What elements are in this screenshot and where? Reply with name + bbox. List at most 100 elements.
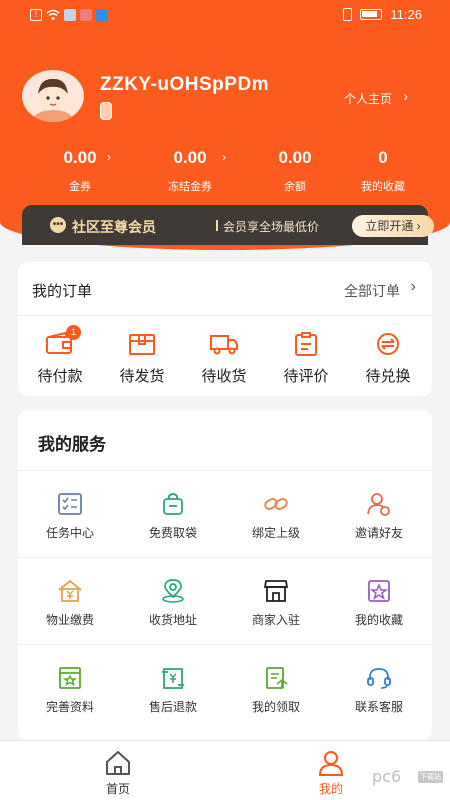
- watermark: pc6: [372, 767, 402, 786]
- service-complete-profile[interactable]: 完善资料: [20, 666, 120, 715]
- chevron-right-icon: ›: [222, 150, 226, 164]
- bag-icon: [160, 492, 186, 516]
- chevron-right-icon[interactable]: ›: [403, 88, 408, 104]
- tab-mine[interactable]: 我的: [301, 749, 361, 797]
- services-title: 我的服务: [38, 435, 106, 454]
- exchange-icon: [373, 332, 403, 356]
- store-icon: [263, 579, 289, 603]
- vip-desc: 会员享全场最低价: [223, 220, 320, 234]
- level-badge: [100, 102, 112, 120]
- stat-value: 0.00: [63, 148, 97, 167]
- divider: [18, 557, 432, 558]
- service-invite-friends[interactable]: 邀请好友: [329, 492, 429, 541]
- alert-icon: !: [30, 9, 42, 21]
- stat-value: 0.00: [278, 148, 312, 167]
- wifi-icon: [46, 9, 60, 20]
- order-label: 待付款: [37, 368, 83, 385]
- truck-icon: [209, 332, 239, 356]
- service-shipping-address[interactable]: 收货地址: [123, 579, 223, 628]
- battery-icon: [360, 9, 383, 20]
- location-icon: [160, 579, 186, 603]
- order-label: 待评价: [283, 368, 329, 385]
- service-property-fee[interactable]: 物业缴费: [20, 579, 120, 628]
- order-pending-shipment[interactable]: 待发货: [102, 332, 182, 386]
- status-time: 11:26: [390, 7, 422, 22]
- orders-card: 我的订单 全部订单 › 1 待付款 待发货 待收货 待评价 待兑换: [18, 262, 432, 396]
- all-orders-link[interactable]: 全部订单: [344, 281, 400, 301]
- stat-favorites[interactable]: 0 我的收藏: [333, 148, 433, 194]
- service-label: 完善资料: [45, 700, 94, 714]
- divider: [18, 470, 432, 471]
- service-label: 免费取袋: [148, 526, 197, 540]
- star-icon: [366, 579, 392, 603]
- service-label: 联系客服: [354, 700, 403, 714]
- clipboard-icon: [291, 332, 321, 356]
- vip-banner[interactable]: ••• 社区至尊会员 会员享全场最低价 立即开通 ›: [22, 205, 434, 245]
- service-my-favorites[interactable]: 我的收藏: [329, 579, 429, 628]
- stat-label: 余额: [284, 181, 306, 193]
- app-icon: [80, 9, 92, 21]
- stat-frozen-coupon[interactable]: 0.00 冻结金券 ›: [140, 148, 240, 194]
- invite-icon: [366, 492, 392, 516]
- vibrate-icon: [343, 8, 353, 21]
- order-label: 待发货: [119, 368, 165, 385]
- status-bar: ! 11:26: [0, 0, 450, 32]
- task-icon: [57, 492, 83, 516]
- order-label: 待收货: [201, 368, 247, 385]
- notification-icons: !: [30, 9, 108, 21]
- wallet-icon: 1: [45, 325, 81, 356]
- orders-title: 我的订单: [32, 283, 93, 300]
- username: ZZKY-uOHSpPDm: [100, 74, 270, 95]
- stat-label: 冻结金券: [168, 181, 212, 193]
- app-icon: [64, 9, 76, 21]
- stat-value: 0: [378, 148, 388, 167]
- tab-home[interactable]: 首页: [88, 749, 148, 797]
- service-label: 物业缴费: [45, 613, 94, 627]
- vip-open-button[interactable]: 立即开通 ›: [352, 215, 434, 237]
- homepage-link[interactable]: 个人主页: [344, 90, 392, 107]
- service-after-sale-refund[interactable]: 售后退款: [123, 666, 223, 715]
- divider: [18, 315, 432, 316]
- stat-label: 金券: [69, 181, 91, 193]
- stat-gold-coupon[interactable]: 0.00 金券 ›: [30, 148, 130, 194]
- divider: [18, 644, 432, 645]
- order-pending-receipt[interactable]: 待收货: [184, 332, 264, 386]
- service-bind-superior[interactable]: 绑定上级: [226, 492, 326, 541]
- watermark-sub: 下载站: [418, 771, 443, 783]
- service-my-claims[interactable]: 我的领取: [226, 666, 326, 715]
- chevron-right-icon[interactable]: ›: [411, 278, 416, 296]
- chevron-right-icon: ›: [107, 150, 111, 164]
- tab-label: 我的: [318, 782, 343, 796]
- order-pending-payment[interactable]: 1 待付款: [20, 325, 100, 386]
- homepage-link-label: 个人主页: [343, 92, 392, 106]
- divider: [216, 220, 218, 231]
- service-label: 邀请好友: [354, 526, 403, 540]
- headset-icon: [366, 666, 392, 690]
- order-label: 待兑换: [365, 368, 411, 385]
- service-contact-support[interactable]: 联系客服: [329, 666, 429, 715]
- service-label: 任务中心: [45, 526, 94, 540]
- refund-icon: [160, 666, 186, 690]
- link-icon: [263, 492, 289, 516]
- stat-label: 我的收藏: [361, 181, 405, 193]
- house-yen-icon: [57, 579, 83, 603]
- user-icon: [317, 749, 345, 777]
- tab-label: 首页: [105, 782, 130, 796]
- service-label: 我的收藏: [354, 613, 403, 627]
- service-free-bag[interactable]: 免费取袋: [123, 492, 223, 541]
- stat-balance[interactable]: 0.00 余额: [245, 148, 345, 194]
- service-merchant-entry[interactable]: 商家入驻: [226, 579, 326, 628]
- avatar[interactable]: [22, 70, 84, 122]
- service-label: 我的领取: [251, 700, 300, 714]
- order-pending-exchange[interactable]: 待兑换: [348, 332, 428, 386]
- box-icon: [127, 332, 157, 356]
- search-icon: [96, 9, 108, 21]
- order-badge: 1: [66, 325, 81, 340]
- order-pending-review[interactable]: 待评价: [266, 332, 346, 386]
- services-card: 我的服务 任务中心 免费取袋 绑定上级 邀请好友 物业缴费 收货地址 商家入驻 …: [18, 410, 432, 740]
- vip-title: 社区至尊会员: [72, 219, 156, 235]
- service-label: 绑定上级: [251, 526, 300, 540]
- receive-icon: [263, 666, 289, 690]
- service-task-center[interactable]: 任务中心: [20, 492, 120, 541]
- service-label: 售后退款: [148, 700, 197, 714]
